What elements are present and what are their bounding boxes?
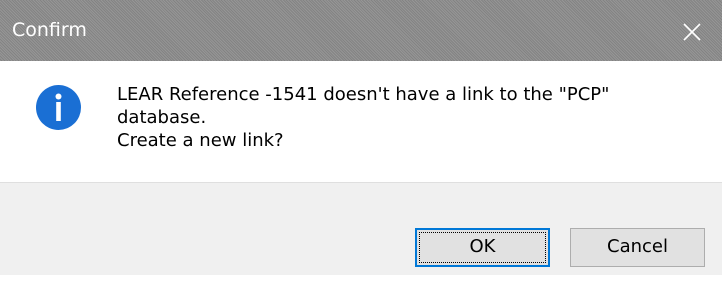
message-line-1: LEAR Reference -1541 doesn't have a link… <box>117 84 610 105</box>
message-text: LEAR Reference -1541 doesn't have a link… <box>117 83 707 152</box>
focus-ring <box>419 232 546 263</box>
close-icon <box>683 23 701 41</box>
info-icon <box>35 84 82 131</box>
close-button[interactable] <box>680 20 704 44</box>
title-bar[interactable]: Confirm <box>0 0 722 61</box>
confirm-dialog: Confirm LEAR Reference -1541 doesn't hav… <box>0 0 722 289</box>
bottom-strip <box>0 275 722 289</box>
window-title: Confirm <box>12 19 87 41</box>
cancel-button[interactable]: Cancel <box>570 228 705 267</box>
message-line-3: Create a new link? <box>117 130 284 151</box>
message-line-2: database. <box>117 107 207 128</box>
ok-button[interactable]: OK <box>415 228 550 267</box>
button-bar: OK Cancel <box>0 182 722 276</box>
message-area: LEAR Reference -1541 doesn't have a link… <box>0 61 722 182</box>
cancel-button-label: Cancel <box>607 236 668 257</box>
